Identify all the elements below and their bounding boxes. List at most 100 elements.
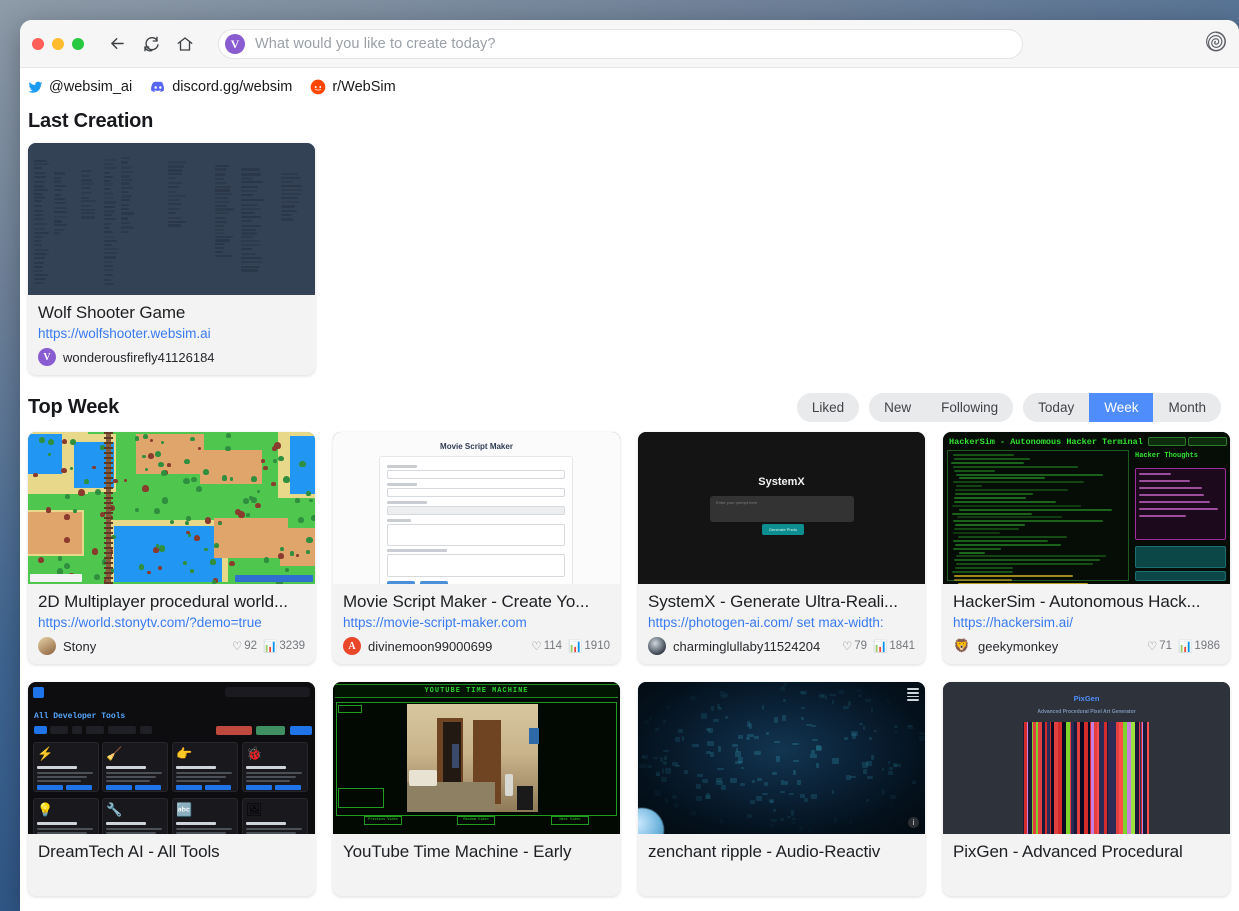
card-url[interactable]: https://world.stonytv.com/?demo=true — [38, 615, 305, 630]
card-body: Wolf Shooter Game https://wolfshooter.we… — [28, 295, 315, 375]
creation-card[interactable]: Movie Script Maker Movie Script Maker - … — [333, 432, 620, 664]
art-button-next: Next Video — [551, 818, 589, 822]
youtube-time-machine-art: YOUTUBE TIME MACHINE Previous Video Rand… — [333, 682, 620, 834]
address-bar[interactable]: V What would you like to create today? — [218, 29, 1023, 59]
card-body: DreamTech AI - All Tools — [28, 834, 315, 896]
card-stats: ♡ 79 📊 1841 — [842, 639, 915, 653]
art-placeholder: Enter your prompt here — [716, 500, 757, 505]
top-week-heading: Top Week — [28, 396, 119, 419]
card-footer: A divinemoon99000699 ♡ 114 📊 1910 — [343, 637, 610, 655]
art-button-random: Random Video — [457, 818, 495, 822]
movie-script-maker-art: Movie Script Maker — [333, 432, 620, 584]
creation-card[interactable]: i zenchant ripple - Audio-Reactiv — [638, 682, 925, 896]
filter-month[interactable]: Month — [1153, 393, 1221, 422]
filter-group-liked: Liked — [797, 393, 859, 422]
spiral-icon — [1205, 30, 1227, 52]
social-link-twitter[interactable]: @websim_ai — [28, 79, 132, 95]
card-footer: V wonderousfirefly41126184 — [38, 348, 305, 366]
last-creation-section: Wolf Shooter Game https://wolfshooter.we… — [20, 133, 1239, 375]
creation-card[interactable]: 2D Multiplayer procedural world... https… — [28, 432, 315, 664]
last-creation-heading: Last Creation — [28, 110, 153, 133]
art-title: SystemX — [638, 476, 925, 488]
card-url[interactable]: https://photogen-ai.com/ set max-width: — [648, 615, 915, 630]
card-author[interactable]: V wonderousfirefly41126184 — [38, 348, 215, 366]
art-button-label: Generate Photo — [762, 527, 804, 532]
menu-icon[interactable] — [907, 688, 919, 699]
card-stats: ♡ 71 📊 1986 — [1147, 639, 1220, 653]
author-name: Stony — [63, 639, 96, 654]
views-icon: 📊 — [873, 639, 887, 653]
home-button[interactable] — [170, 29, 200, 59]
card-body: 2D Multiplayer procedural world... https… — [28, 584, 315, 664]
filter-week[interactable]: Week — [1089, 393, 1153, 422]
card-author[interactable]: charminglullaby11524204 — [648, 637, 820, 655]
card-thumbnail: Movie Script Maker — [333, 432, 620, 584]
back-button[interactable] — [102, 29, 132, 59]
card-author[interactable]: Stony — [38, 637, 96, 655]
world-map-art — [28, 432, 315, 584]
reload-button[interactable] — [136, 29, 166, 59]
creation-card[interactable]: PixGen Advanced Procedural Pixel Art Gen… — [943, 682, 1230, 896]
card-thumbnail: HackerSim - Autonomous Hacker Terminal H… — [943, 432, 1230, 584]
filter-controls: Liked New Following Today Week Month — [797, 393, 1221, 422]
card-author[interactable]: A divinemoon99000699 — [343, 637, 492, 655]
heart-icon: ♡ — [232, 639, 242, 653]
card-url[interactable]: https://movie-script-maker.com — [343, 615, 610, 630]
social-links: @websim_ai discord.gg/websim r/WebSim — [20, 68, 1239, 104]
art-subtitle: Advanced Procedural Pixel Art Generator — [943, 709, 1230, 715]
card-body: YouTube Time Machine - Early — [333, 834, 620, 896]
hackersim-art: HackerSim - Autonomous Hacker Terminal H… — [943, 432, 1230, 584]
maximize-window-button[interactable] — [72, 38, 84, 50]
art-title: PixGen — [943, 694, 1230, 703]
discord-icon — [150, 79, 166, 95]
filter-today[interactable]: Today — [1023, 393, 1089, 422]
avatar: V — [38, 348, 56, 366]
dreamtech-art: All Developer Tools ⚡ 🧹 👉 🐞 💡 🔧 🔤 🖼 — [28, 682, 315, 834]
site-favicon: V — [225, 34, 245, 54]
menu-icon — [33, 687, 44, 698]
card-url[interactable] — [953, 865, 1220, 880]
filter-liked[interactable]: Liked — [797, 393, 859, 422]
card-body: Movie Script Maker - Create Yo... https:… — [333, 584, 620, 664]
view-count: 1986 — [1194, 640, 1220, 652]
social-link-reddit[interactable]: r/WebSim — [310, 79, 395, 95]
creation-card[interactable]: YOUTUBE TIME MACHINE Previous Video Rand… — [333, 682, 620, 896]
creation-card[interactable]: All Developer Tools ⚡ 🧹 👉 🐞 💡 🔧 🔤 🖼 DreamTech A… — [28, 682, 315, 896]
page-content: @websim_ai discord.gg/websim r/WebSim La… — [20, 68, 1239, 911]
views-icon: 📊 — [263, 639, 277, 653]
card-thumbnail: All Developer Tools ⚡ 🧹 👉 🐞 💡 🔧 🔤 🖼 — [28, 682, 315, 834]
heart-icon: ♡ — [1147, 639, 1157, 653]
card-url[interactable] — [343, 865, 610, 880]
like-count: 114 — [544, 640, 562, 652]
card-author[interactable]: 🦁 geekymonkey — [953, 637, 1058, 655]
reddit-icon — [310, 79, 326, 95]
author-name: wonderousfirefly41126184 — [63, 350, 215, 365]
card-thumbnail — [28, 432, 315, 584]
card-url[interactable]: https://hackersim.ai/ — [953, 615, 1220, 630]
card-url[interactable]: https://wolfshooter.websim.ai — [38, 326, 305, 341]
social-label-discord: discord.gg/websim — [172, 79, 292, 95]
creation-card[interactable]: HackerSim - Autonomous Hacker Terminal H… — [943, 432, 1230, 664]
filter-new[interactable]: New — [869, 393, 926, 422]
avatar — [38, 637, 56, 655]
creation-card[interactable]: SystemX Enter your prompt here Generate … — [638, 432, 925, 664]
last-creation-card[interactable]: Wolf Shooter Game https://wolfshooter.we… — [28, 143, 315, 375]
filter-following[interactable]: Following — [926, 393, 1013, 422]
close-window-button[interactable] — [32, 38, 44, 50]
arrow-left-icon — [108, 34, 127, 53]
card-footer: charminglullaby11524204 ♡ 79 📊 1841 — [648, 637, 915, 655]
social-link-discord[interactable]: discord.gg/websim — [150, 79, 292, 95]
views-icon: 📊 — [568, 639, 582, 653]
card-body: HackerSim - Autonomous Hack... https://h… — [943, 584, 1230, 664]
view-count: 1910 — [584, 640, 610, 652]
card-title: 2D Multiplayer procedural world... — [38, 592, 305, 612]
websim-spiral-icon[interactable] — [1205, 30, 1227, 57]
card-title: zenchant ripple - Audio-Reactiv — [648, 842, 915, 862]
card-title: HackerSim - Autonomous Hack... — [953, 592, 1220, 612]
pixgen-art: PixGen Advanced Procedural Pixel Art Gen… — [943, 682, 1230, 834]
reload-icon — [142, 35, 160, 53]
card-url[interactable] — [648, 865, 915, 880]
minimize-window-button[interactable] — [52, 38, 64, 50]
card-url[interactable] — [38, 865, 305, 880]
systemx-art: SystemX Enter your prompt here Generate … — [638, 432, 925, 584]
